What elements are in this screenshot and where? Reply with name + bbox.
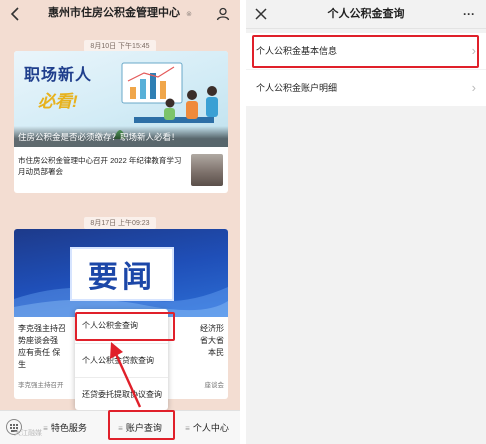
profile-button[interactable] bbox=[210, 0, 236, 28]
close-icon bbox=[255, 8, 267, 20]
article-title: 市住房公积金管理中心召开 2022 年纪律教育学习月动员部署会 bbox=[18, 156, 182, 176]
menu-tab-personal-center[interactable]: ≡ 个人中心 bbox=[174, 411, 240, 444]
news-text-fragment: 李克强主持召 bbox=[18, 324, 66, 333]
news-cover-text: 要闻 bbox=[88, 260, 156, 295]
more-options-button[interactable]: ··· bbox=[456, 0, 482, 28]
menu-lines-icon: ≡ bbox=[43, 424, 48, 433]
person-icon bbox=[216, 7, 230, 21]
article-cover-image[interactable]: 职场新人 必看! 住房公积金是否必须缴存？职场新人必看！ bbox=[14, 51, 228, 147]
menu-tab-label: 特色服务 bbox=[50, 423, 87, 433]
list-item-basic-info[interactable]: 个人公积金基本信息 › bbox=[246, 33, 486, 69]
chevron-right-icon: › bbox=[471, 80, 476, 95]
list-item-label: 个人公积金基本信息 bbox=[256, 46, 338, 56]
fund-query-screen: 个人公积金查询 ··· 个人公积金基本信息 › 个人公积金账户明细 › bbox=[246, 0, 486, 444]
mute-badge-icon: ⊗ bbox=[186, 11, 192, 18]
chat-screen: 惠州市住房公积金管理中心 ⊗ 8月10日 下午15:45 职场新人 必看! 住房… bbox=[0, 0, 240, 444]
menu-tab-label: 个人中心 bbox=[192, 423, 229, 433]
cover-headline-line1: 职场新人 bbox=[24, 67, 93, 84]
watermark: 大江融媒 bbox=[14, 430, 42, 437]
article-list-item[interactable]: 市住房公积金管理中心召开 2022 年纪律教育学习月动员部署会 bbox=[14, 147, 228, 193]
cover-headline-line2: 必看! bbox=[38, 92, 78, 111]
menu-lines-icon: ≡ bbox=[185, 424, 190, 433]
menu-item-repayment-agreement-query[interactable]: 还贷委托提取协议查询 bbox=[75, 377, 168, 410]
chevron-left-icon bbox=[10, 7, 19, 21]
query-nav-bar: 个人公积金查询 ··· bbox=[246, 0, 486, 29]
article-thumbnail bbox=[191, 154, 223, 186]
menu-item-loan-query[interactable]: 个人公积金贷款查询 bbox=[75, 343, 168, 376]
news-summary: 座谈会 bbox=[204, 382, 225, 389]
menu-item-personal-fund-query[interactable]: 个人公积金查询 bbox=[75, 309, 168, 342]
back-button[interactable] bbox=[2, 0, 28, 28]
news-text-fragment: 本民 bbox=[208, 348, 224, 357]
news-text-fragment: 势座谈会强 bbox=[18, 336, 58, 345]
news-cover-image[interactable]: 要闻 bbox=[14, 229, 228, 317]
account-query-submenu: 个人公积金查询 个人公积金贷款查询 还贷委托提取协议查询 bbox=[75, 309, 168, 415]
menu-tab-label: 账户查询 bbox=[125, 423, 162, 433]
more-icon: ··· bbox=[463, 7, 475, 21]
bottom-menu-bar: ≡ 特色服务 ≡ 账户查询 ≡ 个人中心 bbox=[0, 410, 240, 444]
article-headline[interactable]: 住房公积金是否必须缴存？职场新人必看！ bbox=[14, 126, 228, 147]
page-title: 个人公积金查询 bbox=[327, 8, 405, 20]
account-name: 惠州市住房公积金管理中心 bbox=[48, 7, 181, 19]
list-item-label: 个人公积金账户明细 bbox=[256, 83, 338, 93]
news-text-fragment: 省大省 bbox=[200, 336, 224, 345]
close-button[interactable] bbox=[248, 0, 274, 28]
message-timestamp: 8月17日 上午09:23 bbox=[84, 217, 156, 229]
article-card[interactable]: 职场新人 必看! 住房公积金是否必须缴存？职场新人必看！ 市住房公积金管理中心召… bbox=[14, 51, 228, 193]
news-text-fragment: 应有责任 保 bbox=[18, 348, 61, 357]
news-summary: 李克强主持召开 bbox=[18, 382, 64, 389]
chat-nav-bar: 惠州市住房公积金管理中心 ⊗ bbox=[0, 0, 240, 28]
news-text-fragment: 经济形 bbox=[200, 324, 224, 333]
chevron-right-icon: › bbox=[471, 43, 476, 58]
menu-tab-account-query[interactable]: ≡ 账户查询 bbox=[108, 411, 172, 444]
list-item-account-details[interactable]: 个人公积金账户明细 › bbox=[246, 70, 486, 106]
menu-lines-icon: ≡ bbox=[118, 424, 123, 433]
